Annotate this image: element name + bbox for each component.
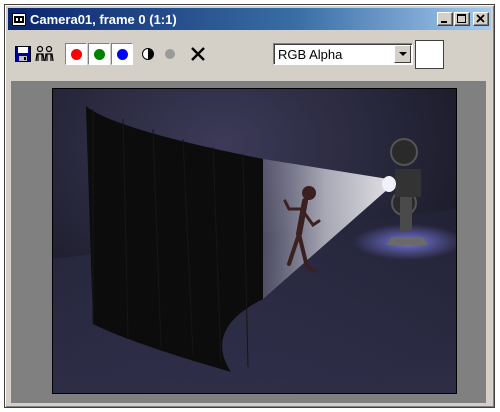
blue-dot-icon xyxy=(116,48,128,60)
window-title: Camera01, frame 0 (1:1) xyxy=(30,11,177,27)
maximize-icon[interactable] xyxy=(454,12,470,26)
floppy-disk-icon[interactable] xyxy=(13,43,33,65)
green-dot-icon xyxy=(93,48,105,60)
frame-toolbar: RGB Alpha xyxy=(8,33,491,73)
frame-viewport xyxy=(11,81,486,403)
clear-x-icon[interactable] xyxy=(188,43,208,65)
alpha-toggle-icon[interactable] xyxy=(160,43,180,65)
monochrome-icon[interactable] xyxy=(138,43,158,65)
title-bar[interactable]: Camera01, frame 0 (1:1) xyxy=(8,8,491,30)
close-icon[interactable] xyxy=(473,12,489,26)
display-mode-value: RGB Alpha xyxy=(278,47,343,62)
red-dot-icon xyxy=(70,48,82,60)
render-frame-window: Camera01, frame 0 (1:1) RGB Alpha xyxy=(4,4,495,408)
green-channel-button[interactable] xyxy=(88,43,110,65)
minimize-icon[interactable] xyxy=(437,12,453,26)
chevron-down-icon[interactable] xyxy=(394,45,411,63)
red-channel-button[interactable] xyxy=(65,43,87,65)
render-window-icon xyxy=(11,12,27,26)
clone-window-icon[interactable] xyxy=(35,43,55,65)
color-swatch[interactable] xyxy=(415,40,444,69)
blue-channel-button[interactable] xyxy=(111,43,133,65)
display-mode-dropdown[interactable]: RGB Alpha xyxy=(273,43,413,65)
rendered-image xyxy=(52,88,457,394)
